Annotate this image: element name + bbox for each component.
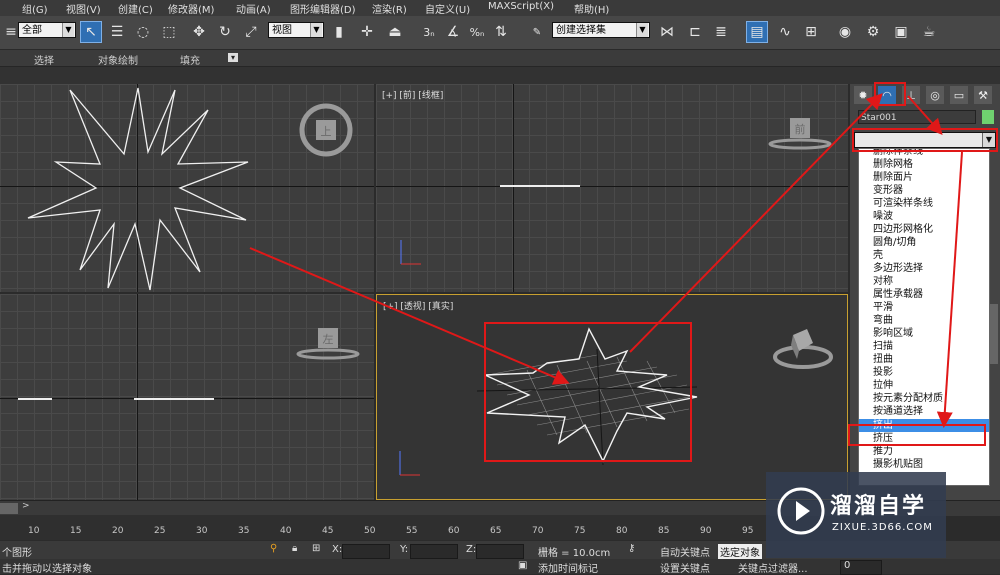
watermark-title: 溜溜自学 bbox=[830, 494, 927, 519]
watermark-logo-icon bbox=[777, 487, 825, 535]
watermark-url: ZIXUE.3D66.COM bbox=[832, 522, 933, 533]
watermark: 溜溜自学 ZIXUE.3D66.COM bbox=[766, 472, 946, 558]
